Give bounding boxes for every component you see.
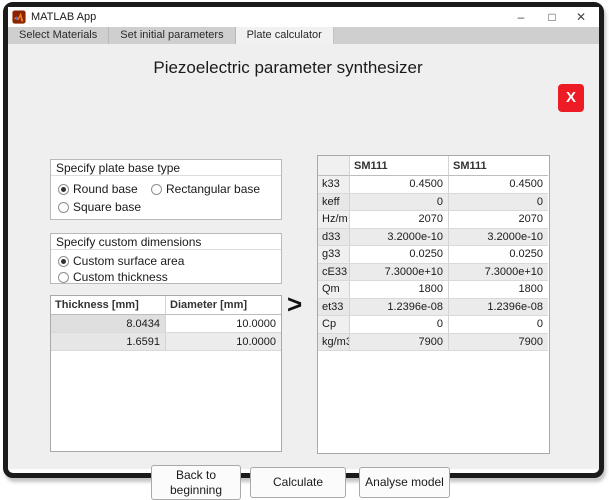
radio-circle-icon [58,202,69,213]
parameter-label: d33 [318,229,350,247]
dimension-cell[interactable]: 8.0434 [51,315,166,333]
parameter-row: Hz/m20702070 [318,211,549,229]
parameter-row: cE337.3000e+107.3000e+10 [318,264,549,282]
parameter-value: 1.2396e-08 [350,299,449,317]
back-to-beginning-button[interactable]: Back to beginning [151,465,241,500]
parameter-value: 0.0250 [350,246,449,264]
radio-label: Custom thickness [73,270,168,284]
parameter-value: 7900 [350,334,449,352]
radio-circle-icon [151,184,162,195]
tab-plate-calculator[interactable]: Plate calculator [236,27,334,44]
app-window-frame: MATLAB App – □ ✕ Select MaterialsSet ini… [3,2,604,478]
parameter-label: k33 [318,176,350,194]
parameter-value: 0.0250 [449,246,548,264]
parameter-row: kg/m379007900 [318,334,549,352]
parameter-row: et331.2396e-081.2396e-08 [318,299,549,317]
parameter-label: cE33 [318,264,350,282]
corner-header [318,156,350,176]
parameter-label: g33 [318,246,350,264]
radio-round-base[interactable]: Round base [58,182,138,196]
analyse-model-button[interactable]: Analyse model [359,467,450,498]
radio-label: Square base [73,200,141,214]
radio-custom-surface-area[interactable]: Custom surface area [58,254,184,268]
custom-dimensions-panel: Specify custom dimensions Custom surface… [50,233,282,284]
parameter-label: Cp [318,316,350,334]
radio-custom-thickness[interactable]: Custom thickness [58,270,168,284]
parameter-value: 0 [449,194,548,212]
parameter-value: 1800 [350,281,449,299]
radio-square-base[interactable]: Square base [58,200,141,214]
parameter-value: 3.2000e-10 [449,229,548,247]
parameter-value: 1.2396e-08 [449,299,548,317]
tab-content: Piezoelectric parameter synthesizer X Sp… [8,44,599,469]
parameter-value: 0.4500 [449,176,548,194]
maximize-button[interactable]: □ [538,7,566,27]
parameter-row: keff00 [318,194,549,212]
tab-select-materials[interactable]: Select Materials [8,27,109,44]
column-header: Diameter [mm] [166,296,281,315]
column-header: Thickness [mm] [51,296,166,315]
minimize-button[interactable]: – [507,7,535,27]
parameter-value: 7.3000e+10 [350,264,449,282]
parameter-row: Qm18001800 [318,281,549,299]
material-column-header: SM111 [350,156,449,176]
parameter-row: Cp00 [318,316,549,334]
material-parameters-table: SM111SM111k330.45000.4500keff00Hz/m20702… [317,155,550,454]
tab-set-initial-parameters[interactable]: Set initial parameters [109,27,235,44]
parameter-label: Hz/m [318,211,350,229]
panel-title: Specify custom dimensions [51,234,281,250]
tab-bar: Select MaterialsSet initial parametersPl… [8,27,599,44]
dimension-cell[interactable]: 10.0000 [166,315,281,333]
dimension-cell[interactable]: 1.6591 [51,333,166,351]
window-title: MATLAB App [31,11,96,23]
radio-label: Rectangular base [166,182,260,196]
table-row: 8.043410.0000 [51,315,281,333]
page-title: Piezoelectric parameter synthesizer [68,58,508,78]
radio-circle-icon [58,184,69,195]
parameter-value: 2070 [350,211,449,229]
parameter-label: kg/m3 [318,334,350,352]
panel-title: Specify plate base type [51,160,281,176]
parameter-row: k330.45000.4500 [318,176,549,194]
material-column-header: SM111 [449,156,548,176]
parameter-value: 2070 [449,211,548,229]
plate-base-type-panel: Specify plate base type Round base Rectan… [50,159,282,220]
dimensions-table: Thickness [mm]Diameter [mm]8.043410.0000… [50,295,282,452]
parameter-row: g330.02500.0250 [318,246,549,264]
matlab-icon [12,10,26,24]
radio-rectangular-base[interactable]: Rectangular base [151,182,260,196]
parameter-label: keff [318,194,350,212]
parameter-row: d333.2000e-103.2000e-10 [318,229,549,247]
table-row: 1.659110.0000 [51,333,281,351]
parameter-value: 1800 [449,281,548,299]
parameter-value: 0.4500 [350,176,449,194]
parameter-label: et33 [318,299,350,317]
parameter-label: Qm [318,281,350,299]
radio-circle-icon [58,256,69,267]
window-close-button[interactable]: ✕ [567,7,595,27]
calculate-button[interactable]: Calculate [250,467,346,498]
radio-label: Round base [73,182,138,196]
title-bar: MATLAB App – □ ✕ [8,7,599,27]
radio-circle-icon [58,272,69,283]
parameter-value: 0 [350,316,449,334]
parameter-value: 3.2000e-10 [350,229,449,247]
parameter-value: 7.3000e+10 [449,264,548,282]
transfer-arrow: > [287,289,302,320]
parameter-value: 0 [350,194,449,212]
panel-close-button[interactable]: X [558,84,584,112]
radio-label: Custom surface area [73,254,184,268]
parameter-value: 7900 [449,334,548,352]
dimension-cell[interactable]: 10.0000 [166,333,281,351]
parameter-value: 0 [449,316,548,334]
